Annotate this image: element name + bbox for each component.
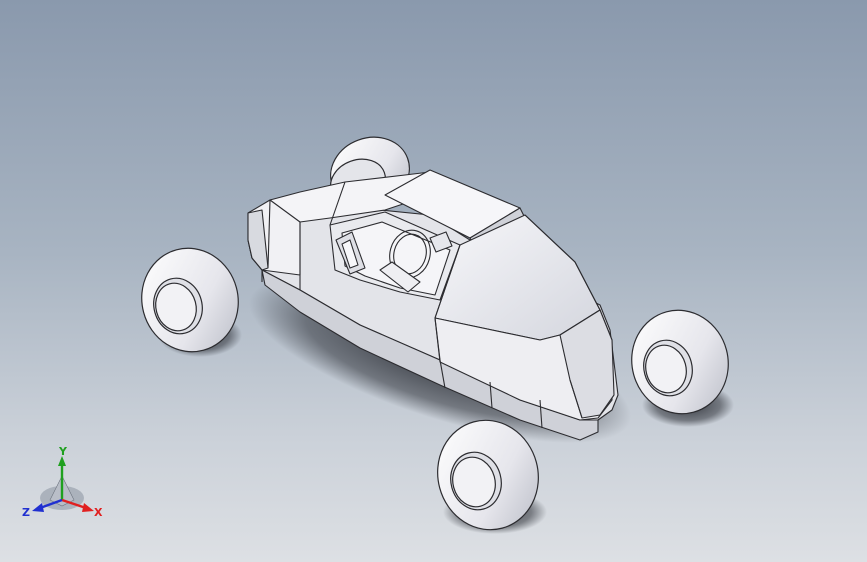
coordinate-triad[interactable]: Y X Z bbox=[22, 446, 106, 526]
y-axis-label: Y bbox=[58, 446, 68, 458]
graphics-viewport[interactable]: Y X Z bbox=[0, 0, 867, 562]
z-axis-arrow bbox=[32, 503, 44, 512]
x-axis-arrow bbox=[82, 503, 94, 512]
z-axis-label: Z bbox=[22, 506, 30, 519]
cad-model-scene[interactable] bbox=[0, 0, 867, 562]
x-axis-label: X bbox=[94, 506, 103, 519]
